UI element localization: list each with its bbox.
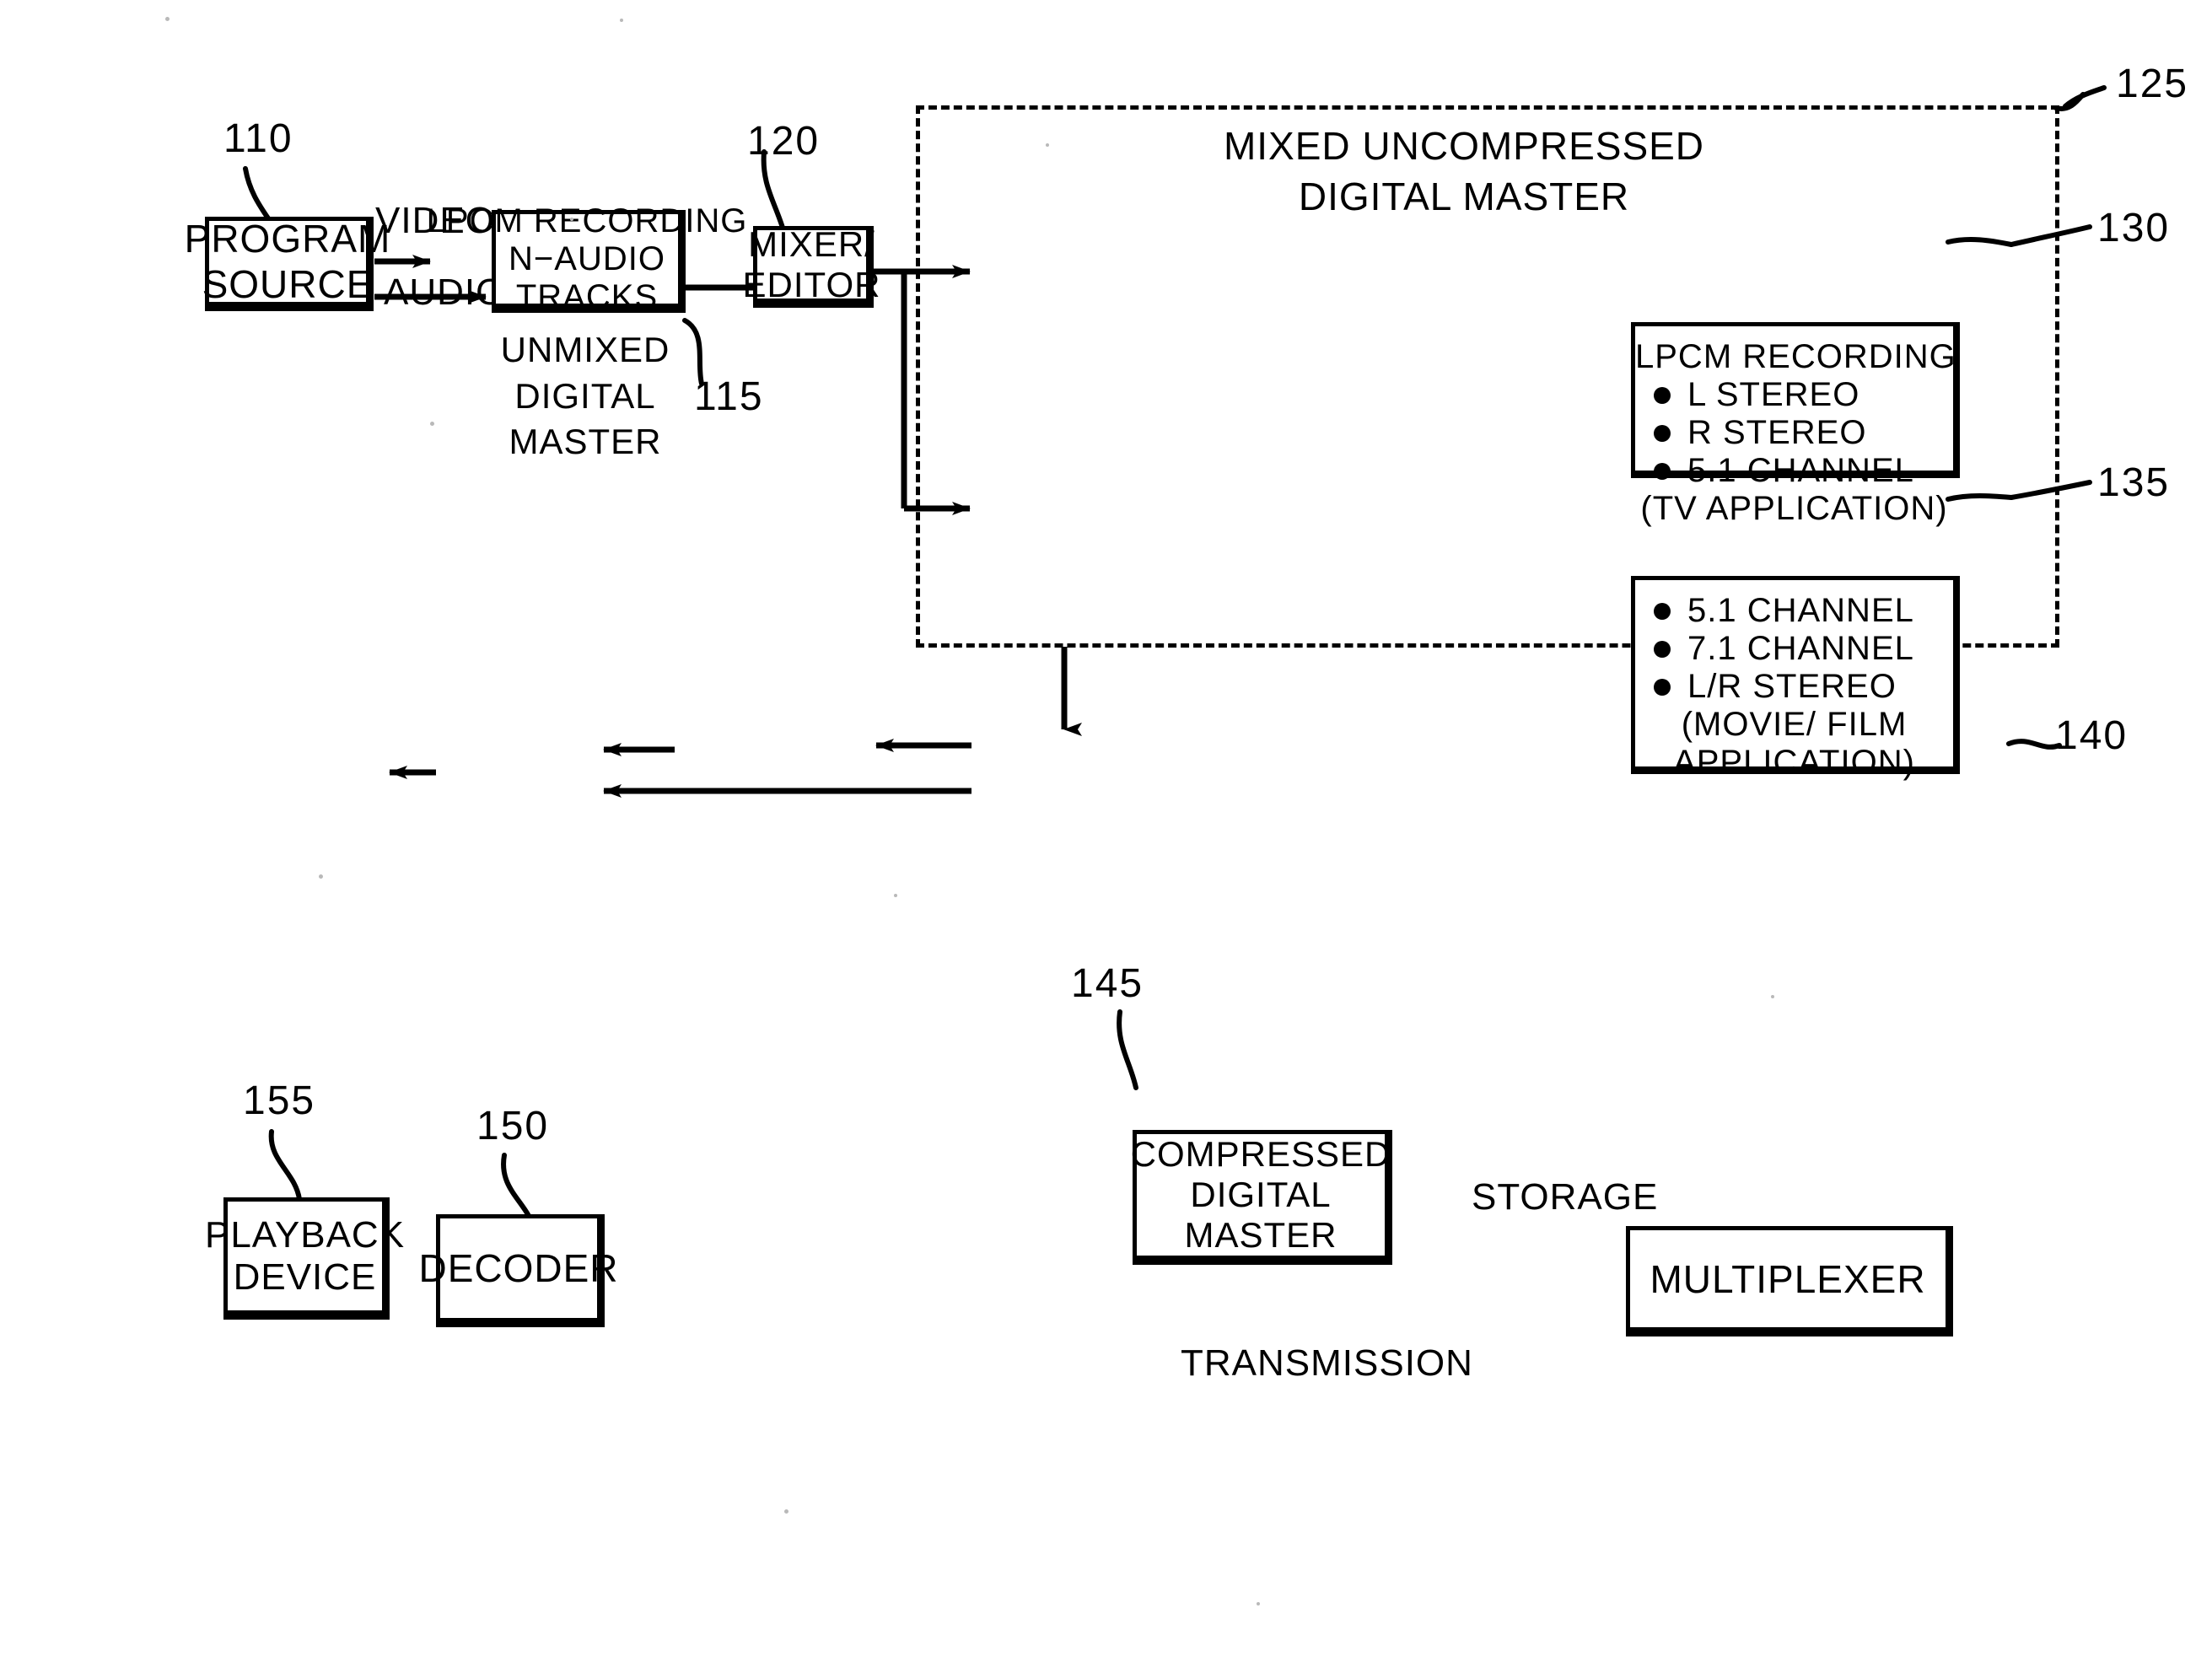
movie-film-item-2: L/R STEREO: [1635, 668, 1953, 706]
leader-140: [2006, 739, 2062, 750]
lpcm-tv-item-0-label: L STEREO: [1687, 376, 1860, 413]
block-compressed-master-line-1: COMPRESSED: [1130, 1134, 1391, 1174]
block-compressed-master-line-2: DIGITAL: [1190, 1175, 1332, 1214]
group-title-line-2: DIGITAL MASTER: [1298, 174, 1630, 218]
caption-unmixed-digital-master: UNMIXED DIGITAL MASTER: [492, 327, 679, 465]
block-decoder-label: DECODER: [418, 1246, 619, 1290]
movie-film-item-2-label: L/R STEREO: [1687, 668, 1897, 705]
block-lpcm-recording-tracks[interactable]: LPCM RECORDING N−AUDIO TRACKS: [427, 202, 747, 315]
block-decoder[interactable]: DECODER: [418, 1214, 618, 1327]
scan-speck: [1257, 1602, 1260, 1605]
block-program-source[interactable]: PROGRAM SOURCE: [185, 217, 390, 311]
block-multiplexer-label: MULTIPLEXER: [1650, 1256, 1926, 1301]
ref-150: 150: [476, 1104, 550, 1148]
lpcm-tv-item-1-label: R STEREO: [1687, 414, 1867, 451]
block-mixer-editor[interactable]: MIXER/ EDITOR: [743, 224, 880, 308]
lpcm-tv-footer: (TV APPLICATION): [1640, 490, 1948, 527]
scan-speck: [1046, 143, 1049, 147]
block-program-source-line-2: SOURCE: [202, 262, 374, 306]
bullet-icon: [1654, 462, 1671, 480]
ref-115: 115: [694, 374, 764, 419]
block-movie-film-content: 5.1 CHANNEL 7.1 CHANNEL L/R STEREO (MOVI…: [1635, 580, 1953, 782]
scan-speck: [319, 874, 323, 879]
block-compressed-digital-master[interactable]: COMPRESSED DIGITAL MASTER: [1130, 1130, 1392, 1265]
block-multiplexer[interactable]: MULTIPLEXER: [1626, 1226, 1953, 1336]
bullet-icon: [1654, 424, 1671, 442]
block-lpcm-tracks-line-2: N−AUDIO: [509, 239, 665, 277]
scan-speck: [894, 894, 897, 897]
scan-speck: [430, 422, 434, 426]
lpcm-tv-item-2: 5.1 CHANNEL: [1635, 452, 1953, 490]
leader-155: [268, 1129, 302, 1202]
edge-label-transmission: TRANSMISSION: [1181, 1342, 1473, 1384]
block-lpcm-recording-tv[interactable]: LPCM RECORDING L STEREO R STEREO 5.1 CHA…: [1631, 322, 1960, 527]
movie-film-footer-line-1: (MOVIE/ FILM: [1681, 706, 1908, 743]
ref-120: 120: [747, 119, 821, 164]
block-playback-device-line-1: PLAYBACK: [204, 1213, 406, 1256]
group-title-mixed-uncompressed-digital-master: MIXED UNCOMPRESSED DIGITAL MASTER: [916, 121, 2012, 223]
scan-speck: [570, 218, 573, 221]
bullet-icon: [1654, 386, 1671, 404]
edge-label-storage: STORAGE: [1472, 1176, 1659, 1218]
group-title-line-1: MIXED UNCOMPRESSED: [1223, 124, 1705, 168]
scan-speck: [165, 17, 170, 21]
bullet-icon: [1654, 640, 1671, 658]
lpcm-tv-item-2-label: 5.1 CHANNEL: [1687, 452, 1914, 489]
block-lpcm-tracks-line-3: TRACKS: [515, 277, 659, 315]
ref-145: 145: [1071, 961, 1144, 1006]
leader-145: [1117, 1009, 1138, 1090]
movie-film-item-0: 5.1 CHANNEL: [1635, 592, 1953, 630]
ref-135: 135: [2097, 460, 2171, 505]
lpcm-tv-item-1: R STEREO: [1635, 414, 1953, 452]
block-lpcm-recording-tv-content: LPCM RECORDING L STEREO R STEREO 5.1 CHA…: [1635, 326, 1956, 528]
block-movie-film-formats[interactable]: 5.1 CHANNEL 7.1 CHANNEL L/R STEREO (MOVI…: [1631, 576, 1960, 781]
scan-speck: [784, 1509, 788, 1514]
caption-unmixed-line-2: DIGITAL: [514, 375, 656, 416]
edge-label-audio: AUDIO: [384, 272, 506, 313]
ref-140: 140: [2055, 713, 2129, 758]
movie-film-footer-line-2: APPLICATION): [1673, 744, 1915, 781]
ref-125: 125: [2116, 62, 2189, 106]
ref-155: 155: [243, 1078, 316, 1123]
block-playback-device[interactable]: PLAYBACK DEVICE: [205, 1197, 404, 1320]
bullet-icon: [1654, 602, 1671, 620]
leader-150: [501, 1153, 531, 1218]
ref-130: 130: [2097, 206, 2171, 250]
bullet-icon: [1654, 678, 1671, 696]
caption-unmixed-line-3: MASTER: [509, 422, 662, 462]
movie-film-item-0-label: 5.1 CHANNEL: [1687, 592, 1914, 629]
movie-film-item-1: 7.1 CHANNEL: [1635, 630, 1953, 668]
block-playback-device-line-2: DEVICE: [233, 1256, 377, 1298]
caption-unmixed-line-1: UNMIXED: [500, 330, 670, 369]
scan-speck: [1771, 995, 1774, 998]
block-mixer-editor-line-1: MIXER/: [748, 223, 875, 264]
block-lpcm-tracks-line-1: LPCM RECORDING: [426, 202, 748, 239]
lpcm-tv-heading: LPCM RECORDING: [1635, 338, 1956, 375]
block-mixer-editor-line-2: EDITOR: [742, 264, 881, 304]
block-program-source-line-1: PROGRAM: [184, 217, 391, 261]
lpcm-tv-item-0: L STEREO: [1635, 376, 1953, 414]
leader-125: [2053, 85, 2107, 111]
movie-film-item-1-label: 7.1 CHANNEL: [1687, 630, 1914, 667]
ref-110: 110: [223, 116, 293, 161]
patent-figure-canvas: PROGRAM SOURCE 110 VIDEO AUDIO LPCM RECO…: [0, 0, 2212, 1678]
scan-speck: [620, 19, 623, 22]
block-compressed-master-line-3: MASTER: [1184, 1215, 1337, 1255]
